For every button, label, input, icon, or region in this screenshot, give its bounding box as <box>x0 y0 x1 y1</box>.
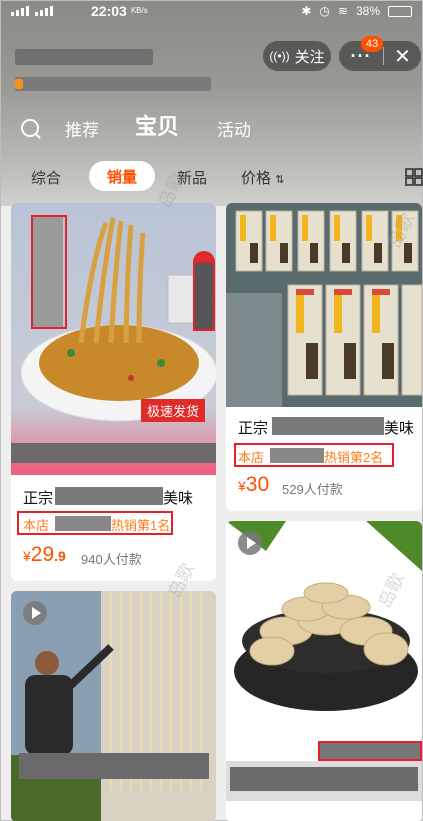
product-title-redacted <box>55 487 163 505</box>
battery-icon <box>388 5 412 17</box>
close-button[interactable]: ✕ <box>384 44 421 69</box>
product-card-3[interactable] <box>11 591 216 821</box>
banner-redacted <box>230 767 418 791</box>
shop-info-redacted <box>15 77 211 91</box>
price-integer: 29 <box>30 543 55 566</box>
product-image-packages <box>226 203 422 407</box>
filter-sales[interactable]: 销量 <box>89 161 155 191</box>
product-card-1[interactable]: 极速发货 正宗 美味 本店 热销第1名 ¥29.9 940人付款 <box>11 203 216 581</box>
product-card-4[interactable] <box>226 521 422 821</box>
follow-label: 关注 <box>294 48 325 66</box>
shop-level-icon <box>15 79 23 89</box>
sort-filter-bar: 综合 销量 新品 价格 ⇅ <box>1 161 423 193</box>
highlight-box <box>31 215 67 329</box>
filter-price[interactable]: 价格 ⇅ <box>241 167 284 188</box>
currency-symbol: ¥ <box>238 478 246 494</box>
alarm-icon: ◷ <box>319 4 330 18</box>
product-title-end: 美味 <box>163 490 194 507</box>
status-bar: 22:03 KB/s ✱ ◷ ≋ 38% <box>1 1 422 21</box>
filter-overall[interactable]: 综合 <box>31 167 61 188</box>
shop-nav-tabs: 推荐 宝贝 活动 <box>1 111 422 145</box>
product-price: ¥30 <box>238 473 269 497</box>
product-title-start: 正宗 <box>23 490 54 507</box>
sort-arrows-icon: ⇅ <box>275 174 285 186</box>
shop-name-redacted <box>270 448 324 463</box>
filter-new[interactable]: 新品 <box>177 167 207 188</box>
signal-icon <box>11 6 71 16</box>
product-title-end: 美味 <box>384 420 415 437</box>
rank-prefix: 本店 <box>238 450 265 465</box>
tab-recommend[interactable]: 推荐 <box>65 116 99 141</box>
banner-redacted <box>19 753 209 779</box>
rank-text: 热销第2名 <box>324 450 384 465</box>
battery-level: 38% <box>355 4 380 18</box>
sold-count: 940人付款 <box>81 552 142 567</box>
product-title-redacted <box>272 417 384 435</box>
radio-waves-icon: ((•)) <box>269 49 290 63</box>
message-count-badge: 43 <box>361 36 383 52</box>
price-integer: 30 <box>245 473 270 496</box>
product-title-start: 正宗 <box>238 420 269 437</box>
bluetooth-icon: ✱ <box>301 4 312 18</box>
filter-price-label: 价格 <box>241 170 272 187</box>
tab-items[interactable]: 宝贝 <box>135 109 179 141</box>
rank-prefix: 本店 <box>23 518 50 533</box>
status-time: 22:03 <box>91 3 127 19</box>
shop-name-redacted <box>15 49 153 65</box>
shop-name-redacted <box>55 516 111 531</box>
highlight-box <box>193 261 215 331</box>
highlight-box <box>318 741 422 761</box>
grid-view-icon[interactable] <box>405 168 423 186</box>
tab-activities[interactable]: 活动 <box>217 116 251 141</box>
wifi-icon: ≋ <box>337 4 348 18</box>
sold-count: 529人付款 <box>282 482 343 497</box>
play-icon[interactable] <box>238 531 262 555</box>
banner-redacted <box>11 443 216 463</box>
fast-shipping-tag: 极速发货 <box>141 399 206 422</box>
product-card-2[interactable]: 正宗 美味 本店 热销第2名 ¥30 529人付款 <box>226 203 422 511</box>
price-decimal: .9 <box>54 548 66 564</box>
follow-button[interactable]: ((•)) 关注 <box>263 41 331 71</box>
search-icon[interactable] <box>19 117 43 141</box>
product-image-noodle-maker <box>11 591 216 821</box>
network-speed-unit: KB/s <box>130 6 148 15</box>
rank-text: 热销第1名 <box>111 518 171 533</box>
play-icon[interactable] <box>23 601 47 625</box>
currency-symbol: ¥ <box>23 548 31 564</box>
product-price: ¥29.9 <box>23 543 66 567</box>
